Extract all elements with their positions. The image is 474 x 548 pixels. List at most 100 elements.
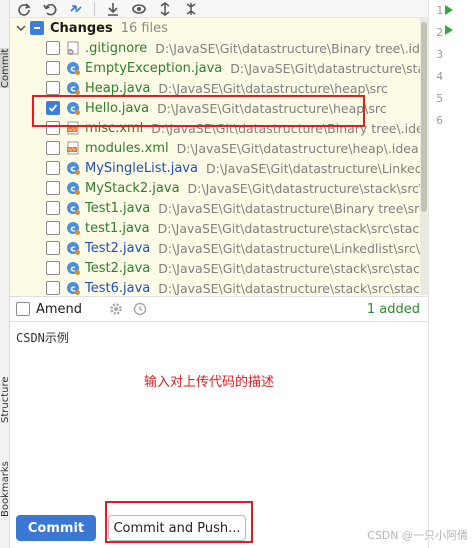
svg-text:c: c xyxy=(70,205,75,215)
file-name: MySingleList.java xyxy=(85,160,198,176)
gear-icon[interactable] xyxy=(108,301,124,317)
scrollbar-thumb[interactable] xyxy=(421,22,427,212)
java-class-icon: c xyxy=(66,101,80,115)
rollback-icon[interactable] xyxy=(42,1,58,17)
java-class-icon: c xyxy=(66,61,80,75)
amend-checkbox[interactable] xyxy=(16,302,30,316)
line-number: 1 xyxy=(436,4,443,17)
xml-file-icon: </> xyxy=(66,141,80,155)
annotation-description-hint: 输入对上传代码的描述 xyxy=(144,375,275,390)
file-name: Hello.java xyxy=(85,100,150,116)
file-row[interactable]: c Test1.java D:\JavaSE\Git\datastructure\B… xyxy=(10,198,428,218)
download-icon[interactable] xyxy=(105,1,121,17)
file-row[interactable]: c Hello.java D:\JavaSE\Git\datastructure\h… xyxy=(10,98,428,118)
file-path: D:\JavaSE\Git\datastructure\Binary tree\… xyxy=(151,120,428,136)
commit-button[interactable]: Commit xyxy=(16,515,96,541)
file-name: Test2.java xyxy=(85,240,151,256)
file-row[interactable]: .gitignore D:\JavaSE\Git\datastructure\Bi… xyxy=(10,38,428,58)
file-row[interactable]: c test1.java D:\JavaSE\Git\datastructure\s… xyxy=(10,218,428,238)
diff-icon[interactable] xyxy=(68,1,84,17)
file-checkbox[interactable] xyxy=(46,41,60,55)
svg-text:c: c xyxy=(70,85,75,95)
line-number: 5 xyxy=(436,92,443,105)
svg-text:c: c xyxy=(70,225,75,235)
collapse-all-icon[interactable] xyxy=(183,1,199,17)
file-checkbox[interactable] xyxy=(46,121,60,135)
amend-bar: Amend 1 added xyxy=(10,296,428,322)
file-name: modules.xml xyxy=(85,140,169,156)
java-class-icon: c xyxy=(66,241,80,255)
file-checkbox[interactable] xyxy=(46,281,60,295)
file-path: D:\JavaSE\Git\datastructure\heap\src xyxy=(157,100,387,116)
svg-text:c: c xyxy=(70,165,75,175)
svg-text:c: c xyxy=(70,265,75,275)
file-checkbox[interactable] xyxy=(46,261,60,275)
refresh-icon[interactable] xyxy=(16,1,32,17)
file-name: Heap.java xyxy=(85,80,151,96)
file-checkbox[interactable] xyxy=(46,221,60,235)
tool-window-strip: Commit Structure Bookmarks xyxy=(0,0,10,548)
bookmarks-tool-tab[interactable]: Bookmarks xyxy=(0,458,10,520)
file-list: .gitignore D:\JavaSE\Git\datastructure\Bi… xyxy=(10,38,428,295)
file-name: MyStack2.java xyxy=(85,180,180,196)
file-name: misc.xml xyxy=(85,120,144,136)
file-path: D:\JavaSE\Git\datastructure\Linkedlist\s… xyxy=(205,160,428,176)
file-checkbox[interactable] xyxy=(46,241,60,255)
run-icon[interactable] xyxy=(445,5,453,15)
file-row[interactable]: c Heap.java D:\JavaSE\Git\datastructure\he… xyxy=(10,78,428,98)
toolbar-separator xyxy=(94,1,95,16)
file-row[interactable]: c Test2.java D:\JavaSE\Git\datastructure\s… xyxy=(10,258,428,278)
commit-message-area[interactable]: CSDN示例 输入对上传代码的描述 xyxy=(10,323,428,493)
java-class-icon: c xyxy=(66,181,80,195)
file-name: test1.java xyxy=(85,220,150,236)
java-class-icon: c xyxy=(66,81,80,95)
changes-scrollbar[interactable] xyxy=(420,18,428,295)
eye-icon[interactable] xyxy=(131,1,147,17)
expand-all-icon[interactable] xyxy=(157,1,173,17)
amend-label: Amend xyxy=(36,301,83,317)
file-path: D:\JavaSE\Git\datastructure\Binary tree\… xyxy=(158,200,426,216)
clock-icon[interactable] xyxy=(132,301,148,317)
editor-gutter: 1 2 3 4 5 6 xyxy=(428,0,474,548)
java-class-icon: c xyxy=(66,161,80,175)
file-row[interactable]: c Test2.java D:\JavaSE\Git\datastructure\L… xyxy=(10,238,428,258)
file-name: Test2.java xyxy=(85,260,151,276)
file-row[interactable]: c MyStack2.java D:\JavaSE\Git\datastructur… xyxy=(10,178,428,198)
svg-text:c: c xyxy=(70,245,75,255)
svg-text:c: c xyxy=(70,105,75,115)
file-checkbox[interactable] xyxy=(46,81,60,95)
gitignore-file-icon xyxy=(66,41,80,55)
file-row[interactable]: c EmptyException.java D:\JavaSE\Git\datast… xyxy=(10,58,428,78)
file-checkbox[interactable] xyxy=(46,141,60,155)
structure-tool-tab[interactable]: Structure xyxy=(0,370,10,430)
chevron-down-icon[interactable] xyxy=(14,21,28,35)
changes-group-checkbox[interactable] xyxy=(30,21,44,35)
commit-tool-tab[interactable]: Commit xyxy=(0,48,10,88)
file-path: D:\JavaSE\Git\datastructure\Linkedlist\s… xyxy=(158,240,428,256)
file-checkbox[interactable] xyxy=(46,181,60,195)
file-path: D:\JavaSE\Git\datastructure\stack\src\st… xyxy=(158,280,428,296)
java-class-icon: c xyxy=(66,221,80,235)
commit-and-push-button[interactable]: Commit and Push... xyxy=(108,515,246,541)
line-number: 2 xyxy=(436,26,443,39)
file-row[interactable]: c MySingleList.java D:\JavaSE\Git\datastru… xyxy=(10,158,428,178)
changes-file-count: 16 files xyxy=(120,20,168,36)
file-row[interactable]: </> misc.xml D:\JavaSE\Git\datastructure\B… xyxy=(10,118,428,138)
java-class-icon: c xyxy=(66,261,80,275)
svg-text:</>: </> xyxy=(67,147,76,153)
changes-group-row[interactable]: Changes 16 files xyxy=(10,18,428,38)
run-icon[interactable] xyxy=(445,25,453,35)
file-path: D:\JavaSE\Git\datastructure\stack\src\st… xyxy=(158,260,428,276)
file-checkbox[interactable] xyxy=(46,161,60,175)
commit-toolbar xyxy=(10,0,428,18)
file-checkbox[interactable] xyxy=(46,201,60,215)
svg-text:</>: </> xyxy=(67,127,76,133)
watermark: CSDN @一只小阿倩 xyxy=(367,529,468,542)
file-path: D:\JavaSE\Git\datastructure\heap\src xyxy=(158,80,388,96)
xml-file-icon: </> xyxy=(66,121,80,135)
file-row[interactable]: c Test6.java D:\JavaSE\Git\datastructure\s… xyxy=(10,278,428,295)
file-row[interactable]: </> modules.xml D:\JavaSE\Git\datastructur… xyxy=(10,138,428,158)
file-checkbox[interactable] xyxy=(46,101,60,115)
commit-message-text: CSDN示例 xyxy=(16,331,69,345)
file-checkbox[interactable] xyxy=(46,61,60,75)
